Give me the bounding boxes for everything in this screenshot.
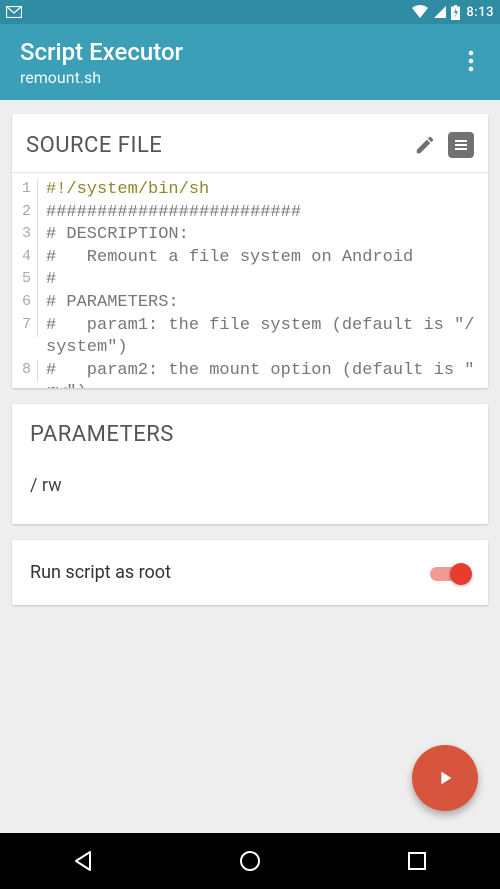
code-line: 7system") — [18, 337, 478, 360]
status-time: 8:13 — [466, 5, 494, 20]
run-as-root-switch[interactable] — [430, 563, 470, 583]
gmail-icon — [6, 6, 22, 18]
recent-icon — [405, 849, 429, 873]
overflow-menu-button[interactable] — [456, 46, 486, 76]
parameters-header: PARAMETERS — [30, 422, 470, 447]
code-line: 8rw") — [18, 382, 478, 388]
parameters-card[interactable]: PARAMETERS / rw — [12, 404, 488, 524]
code-line: 5# — [18, 269, 478, 292]
play-icon — [434, 767, 456, 789]
code-viewer[interactable]: 1#!/system/bin/sh2######################… — [12, 172, 488, 388]
lines-icon — [454, 138, 468, 152]
view-mode-button[interactable] — [448, 132, 474, 158]
navigation-bar — [0, 833, 500, 889]
wifi-icon — [411, 5, 429, 19]
switch-thumb — [450, 563, 472, 585]
run-as-root-label: Run script as root — [30, 562, 430, 583]
code-line: 1#!/system/bin/sh — [18, 179, 478, 202]
parameters-value: / rw — [30, 475, 470, 496]
content-area: SOURCE FILE 1#!/system/bin/sh2##########… — [0, 100, 500, 833]
cell-signal-icon — [433, 5, 447, 19]
battery-icon — [451, 5, 460, 20]
source-file-card: SOURCE FILE 1#!/system/bin/sh2##########… — [12, 114, 488, 388]
edit-button[interactable] — [408, 128, 442, 162]
status-bar: 8:13 — [0, 0, 500, 24]
code-line: 4# Remount a file system on Android — [18, 247, 478, 270]
more-vert-icon — [468, 50, 474, 72]
code-line: 3# DESCRIPTION: — [18, 224, 478, 247]
back-icon — [70, 848, 96, 874]
home-icon — [237, 848, 263, 874]
code-line: 8# param2: the mount option (default is … — [18, 360, 478, 383]
run-as-root-card: Run script as root — [12, 540, 488, 605]
app-title: Script Executor — [20, 38, 183, 66]
nav-recent-button[interactable] — [387, 841, 447, 881]
nav-back-button[interactable] — [53, 841, 113, 881]
pencil-icon — [414, 134, 436, 156]
app-subtitle: remount.sh — [20, 68, 183, 87]
source-file-header: SOURCE FILE — [26, 133, 408, 158]
nav-home-button[interactable] — [220, 841, 280, 881]
code-line: 6# PARAMETERS: — [18, 292, 478, 315]
code-line: 7# param1: the file system (default is "… — [18, 315, 478, 338]
app-bar: Script Executor remount.sh — [0, 24, 500, 100]
code-line: 2######################### — [18, 202, 478, 225]
run-script-fab[interactable] — [412, 745, 478, 811]
